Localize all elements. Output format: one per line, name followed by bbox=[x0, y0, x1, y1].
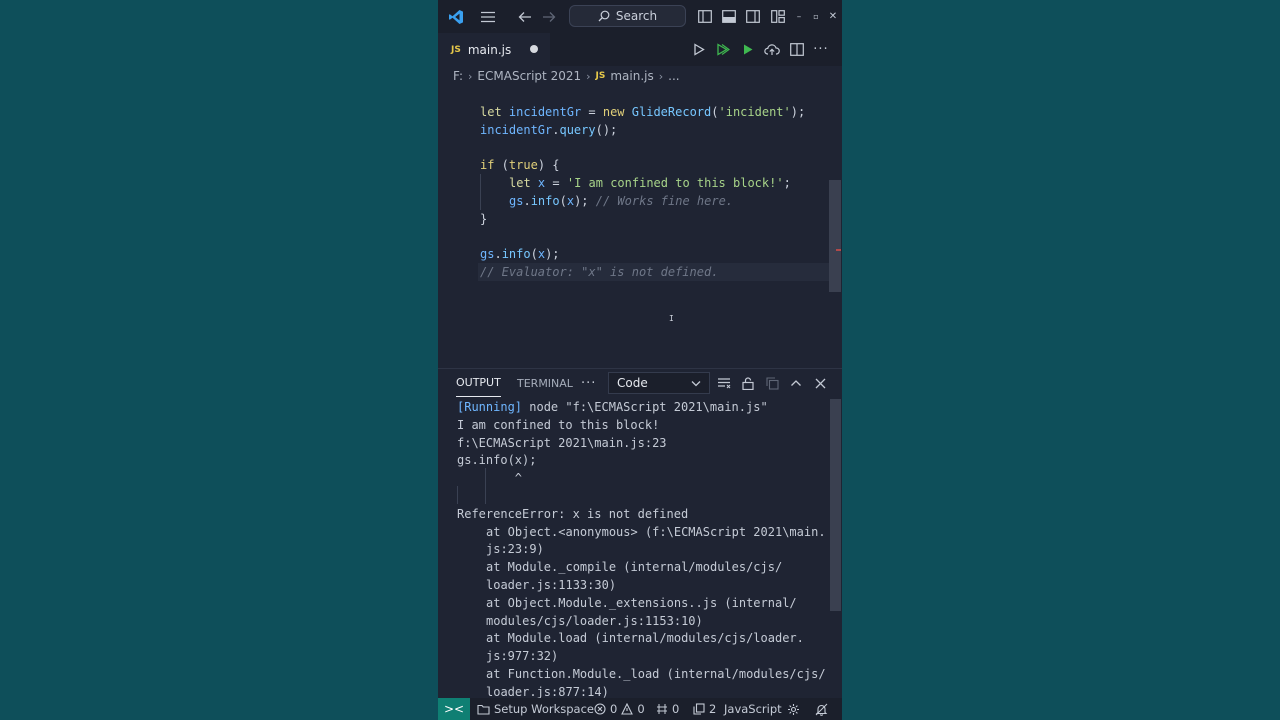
output-line: [Running] node "f:\ECMAScript 2021\main.… bbox=[457, 400, 768, 414]
debug-run-icon[interactable] bbox=[738, 33, 758, 66]
chevron-right-icon: › bbox=[586, 69, 591, 83]
breadcrumb-folder[interactable]: ECMAScript 2021 bbox=[477, 69, 581, 83]
code-line-6: gs.info(x); // Works fine here. bbox=[509, 194, 734, 208]
output-line: modules/cjs/loader.js:1153:10) bbox=[486, 613, 703, 628]
panel-more-icon[interactable]: ··· bbox=[581, 369, 596, 397]
more-actions-icon[interactable]: ··· bbox=[811, 33, 831, 66]
search-label: Search bbox=[615, 9, 658, 23]
remote-icon[interactable]: >< bbox=[438, 698, 470, 720]
error-icon bbox=[594, 703, 606, 715]
forward-arrow-icon[interactable] bbox=[539, 0, 559, 33]
output-line: js:977:32) bbox=[486, 649, 559, 664]
chevron-down-icon bbox=[691, 380, 701, 386]
split-editor-icon[interactable] bbox=[787, 33, 807, 66]
menu-icon[interactable] bbox=[478, 0, 498, 33]
tab-output[interactable]: OUTPUT bbox=[456, 369, 501, 397]
output-line: f:\ECMAScript 2021\main.js:23 bbox=[457, 435, 667, 450]
unsaved-dot-icon[interactable] bbox=[530, 45, 538, 53]
copy-icon[interactable] bbox=[763, 369, 781, 397]
output-line: at Object.Module._extensions..js (intern… bbox=[486, 595, 797, 610]
bell-icon[interactable] bbox=[815, 698, 828, 720]
run-icon[interactable] bbox=[689, 33, 709, 66]
output-line: at Module._compile (internal/modules/cjs… bbox=[486, 560, 783, 575]
command-center-search[interactable]: Search bbox=[569, 5, 686, 27]
setup-workspace-item[interactable]: Setup Workspace bbox=[477, 698, 594, 720]
workspace-label: Setup Workspace bbox=[494, 702, 594, 716]
copies-item[interactable]: 2 bbox=[693, 698, 716, 720]
toggle-secondary-sidebar-icon[interactable] bbox=[744, 0, 762, 33]
ports-count: 0 bbox=[672, 702, 680, 716]
close-panel-icon[interactable] bbox=[811, 369, 829, 397]
customize-layout-icon[interactable] bbox=[769, 0, 787, 33]
code-line-4: if (true) { bbox=[480, 158, 560, 172]
code-line-1: let incidentGr = new GlideRecord('incide… bbox=[480, 105, 806, 119]
output-log[interactable]: [Running] node "f:\ECMAScript 2021\main.… bbox=[457, 399, 829, 702]
output-line: at Module.load (internal/modules/cjs/loa… bbox=[486, 631, 804, 646]
settings-sync-icon[interactable] bbox=[787, 698, 800, 720]
folder-icon bbox=[477, 704, 490, 715]
problems-item[interactable]: 0 0 bbox=[594, 698, 645, 720]
output-channel-select[interactable]: Code bbox=[608, 372, 710, 394]
lock-icon[interactable] bbox=[739, 369, 757, 397]
cloud-upload-icon[interactable] bbox=[762, 33, 782, 66]
close-icon[interactable]: ✕ bbox=[827, 0, 839, 33]
toggle-sidebar-icon[interactable] bbox=[696, 0, 714, 33]
status-bar: >< Setup Workspace 0 0 0 2 JavaScript bbox=[438, 698, 842, 720]
vscode-logo-icon bbox=[446, 0, 466, 33]
error-count: 0 bbox=[610, 702, 618, 716]
output-line: I am confined to this block! bbox=[457, 417, 660, 432]
breadcrumb-symbol[interactable]: ... bbox=[668, 69, 679, 83]
bottom-panel: OUTPUT TERMINAL ··· Code [Running] node … bbox=[438, 368, 842, 699]
indent-guide bbox=[480, 174, 481, 210]
language-mode[interactable]: JavaScript bbox=[724, 698, 782, 720]
breadcrumb-file[interactable]: main.js bbox=[610, 69, 653, 83]
code-line-10: // Evaluator: "x" is not defined. bbox=[480, 265, 719, 279]
code-line-7: } bbox=[480, 212, 488, 226]
restore-icon[interactable]: ▫ bbox=[810, 0, 822, 33]
toggle-panel-icon[interactable] bbox=[720, 0, 738, 33]
output-line: gs.info(x); bbox=[457, 453, 537, 468]
ports-item[interactable]: 0 bbox=[656, 698, 679, 720]
code-line-5: let x = 'I am confined to this block!'; bbox=[509, 176, 791, 190]
output-scrollbar[interactable] bbox=[830, 399, 841, 611]
chevron-right-icon: › bbox=[658, 69, 664, 83]
clear-output-icon[interactable] bbox=[715, 369, 733, 397]
tab-main-js[interactable]: JS main.js bbox=[438, 33, 550, 66]
js-file-icon: JS bbox=[451, 44, 461, 55]
warning-icon bbox=[621, 703, 634, 715]
output-channel-value: Code bbox=[617, 376, 648, 390]
copies-count: 2 bbox=[709, 702, 717, 716]
search-icon bbox=[598, 10, 610, 22]
title-bar: Search – ▫ ✕ bbox=[438, 0, 842, 33]
output-line: js:23:9) bbox=[486, 542, 544, 557]
chevron-right-icon: › bbox=[468, 69, 473, 83]
code-line-9: gs.info(x); bbox=[480, 247, 560, 261]
code-line-2: incidentGr.query(); bbox=[480, 123, 618, 137]
mouse-cursor-icon: I bbox=[669, 314, 674, 323]
tab-terminal[interactable]: TERMINAL bbox=[517, 369, 573, 397]
output-line: ReferenceError: x is not defined bbox=[457, 506, 689, 521]
minimize-icon[interactable]: – bbox=[793, 0, 805, 33]
breadcrumb: F: › ECMAScript 2021 › JS main.js › ... bbox=[438, 66, 842, 86]
output-line: at Function.Module._load (internal/modul… bbox=[486, 666, 826, 681]
vscode-window: Search – ▫ ✕ JS main.js ··· F: › ECMAScr… bbox=[438, 0, 842, 720]
run-all-icon[interactable] bbox=[713, 33, 733, 66]
maximize-panel-icon[interactable] bbox=[787, 369, 805, 397]
back-arrow-icon[interactable] bbox=[515, 0, 535, 33]
output-line: at Object.<anonymous> (f:\ECMAScript 202… bbox=[486, 524, 826, 539]
output-line: loader.js:1133:30) bbox=[486, 577, 617, 592]
js-file-icon: JS bbox=[595, 71, 606, 81]
breadcrumb-drive[interactable]: F: bbox=[453, 69, 463, 83]
warning-count: 0 bbox=[637, 702, 645, 716]
output-line: ^ bbox=[457, 471, 523, 486]
tab-filename: main.js bbox=[467, 42, 512, 57]
code-editor[interactable]: let incidentGr = new GlideRecord('incide… bbox=[438, 88, 842, 363]
editor-scrollbar[interactable] bbox=[829, 180, 841, 292]
copies-icon bbox=[693, 703, 705, 715]
error-marker bbox=[836, 249, 841, 251]
ports-icon bbox=[657, 704, 667, 714]
